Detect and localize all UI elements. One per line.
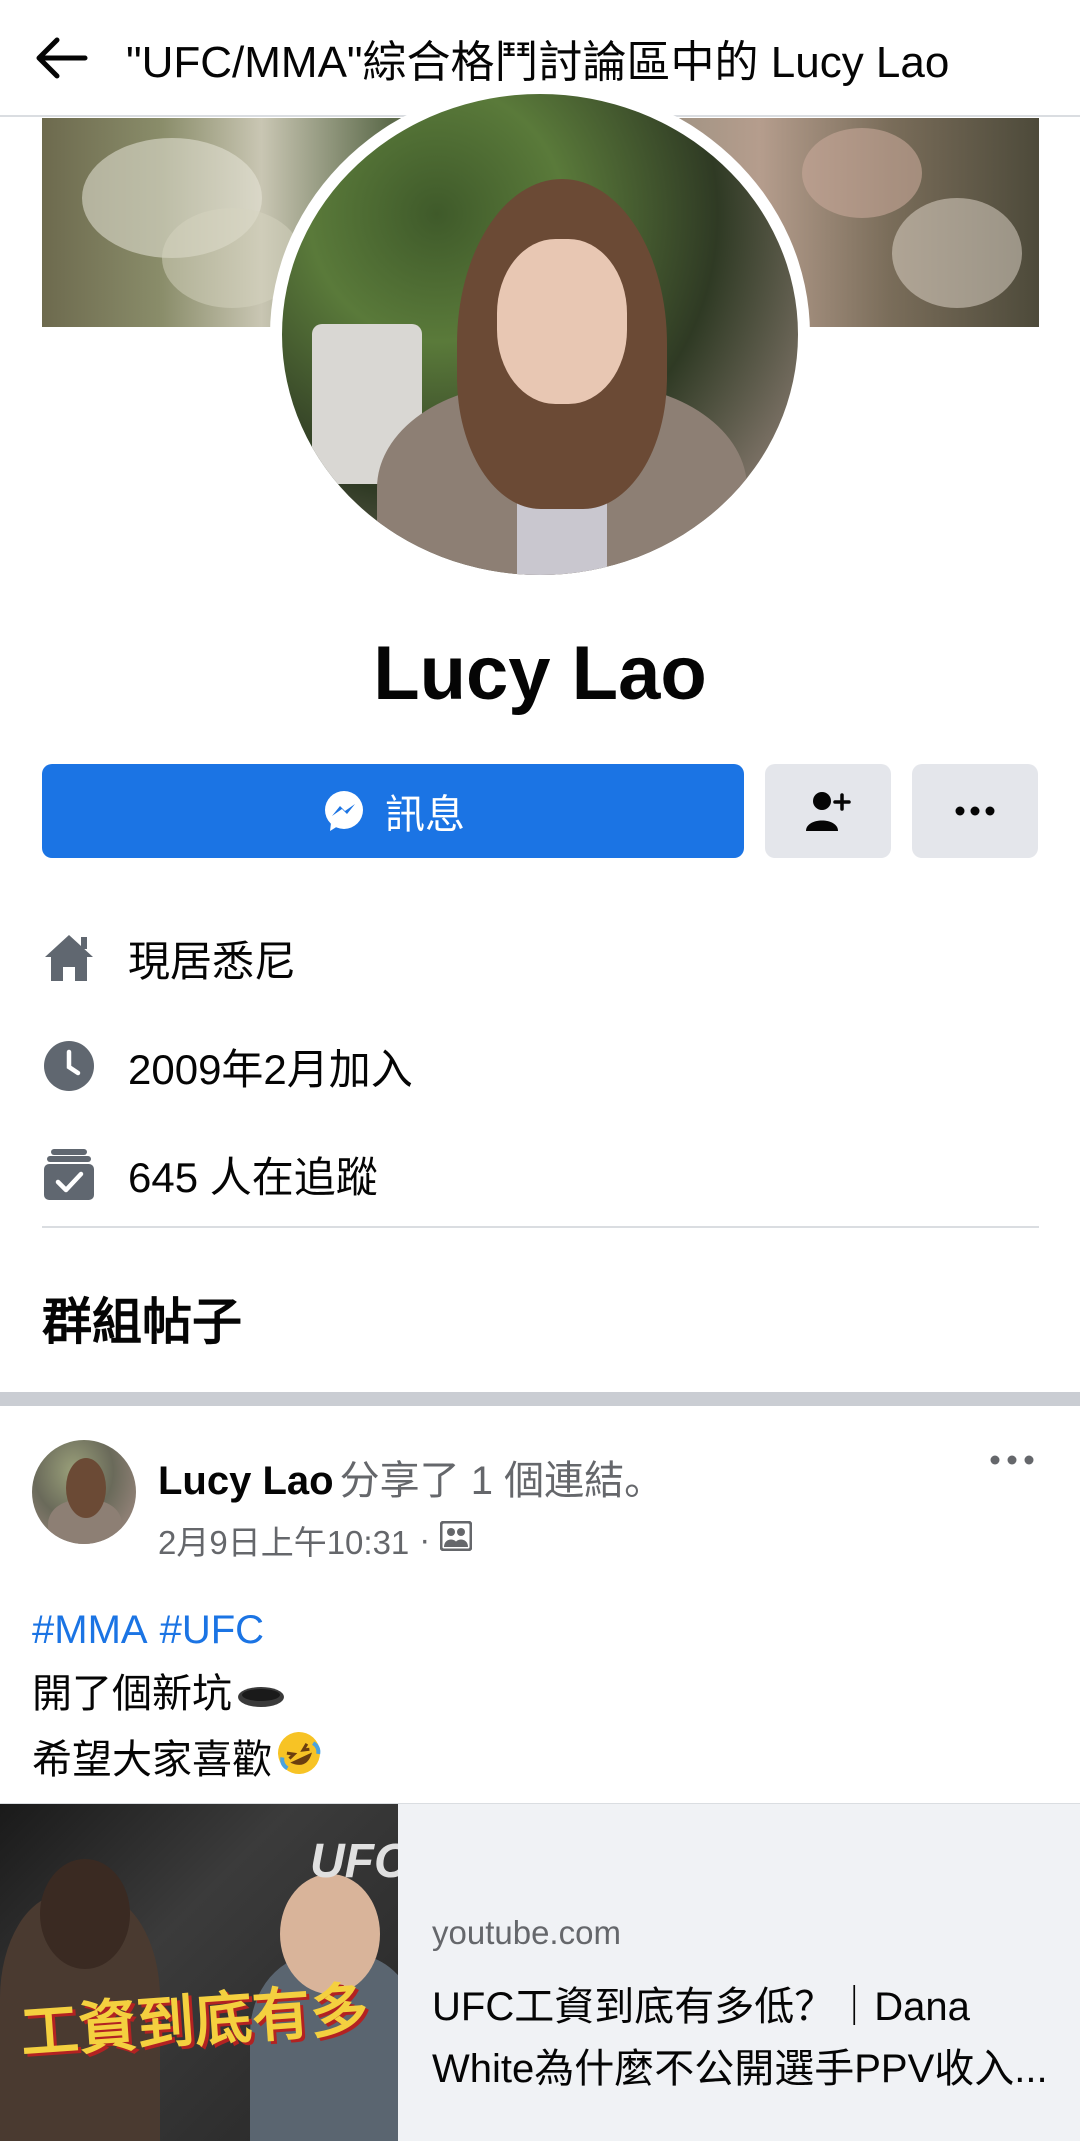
post-timestamp[interactable]: 2月9日上午10:31: [158, 1516, 409, 1564]
info-followers-text: 645 人在追蹤: [128, 1153, 378, 1201]
post-author-name[interactable]: Lucy Lao: [158, 1459, 334, 1503]
link-title[interactable]: UFC工資到底有多低？｜Dana White為什麼不公開選手PPV收入...: [432, 1976, 1052, 2100]
profile-picture[interactable]: [270, 82, 810, 587]
add-friend-icon: [806, 792, 851, 831]
hashtag-ufc[interactable]: #UFC: [160, 1608, 264, 1652]
more-options-button[interactable]: [912, 764, 1038, 858]
info-row-followers: 645 人在追蹤: [42, 1144, 378, 1204]
message-button[interactable]: 訊息: [42, 764, 744, 858]
post-more-options-icon[interactable]: [984, 1440, 1040, 1480]
clock-icon: [42, 1039, 96, 1093]
post-action-text: 分享了 1 個連結。: [339, 1459, 665, 1503]
post-hashtags: #MMA #UFC: [32, 1598, 322, 1662]
group-audience-icon: [439, 1520, 473, 1559]
link-source: youtube.com: [432, 1914, 621, 1951]
meta-separator: ·: [419, 1521, 431, 1558]
link-title-line-1: UFC工資到底有多低？｜Dana: [432, 1985, 970, 2029]
add-friend-button[interactable]: [765, 764, 891, 858]
page-title: "UFC/MMA"綜合格鬥討論區中的 Lucy Lao: [126, 37, 950, 87]
divider: [42, 1226, 1039, 1228]
home-icon: [42, 931, 96, 985]
thumbnail-ufc-logo: UFC: [310, 1835, 398, 1888]
section-title-group-posts: 群組帖子: [42, 1294, 242, 1350]
messenger-icon: [321, 788, 367, 834]
info-row-joined: 2009年2月加入: [42, 1036, 413, 1096]
hashtag-mma[interactable]: #MMA: [32, 1608, 148, 1652]
post-meta: 2月9日上午10:31 ·: [158, 1516, 473, 1564]
link-preview-card[interactable]: UFC 工資到底有多 youtube.com UFC工資到底有多低？｜Dana …: [0, 1803, 1080, 2141]
post-line-1-text: 開了個新坑: [32, 1672, 232, 1716]
message-button-label: 訊息: [385, 793, 465, 837]
post-line-1: 開了個新坑: [32, 1662, 322, 1728]
link-title-line-2: White為什麼不公開選手PPV收入...: [432, 2047, 1048, 2091]
hole-emoji-icon: [236, 1664, 286, 1728]
post-body: #MMA #UFC 開了個新坑 希望大家喜歡: [32, 1598, 322, 1795]
post-line-2: 希望大家喜歡: [32, 1728, 322, 1795]
followers-icon: [42, 1147, 96, 1201]
info-joined-text: 2009年2月加入: [128, 1045, 413, 1093]
post-author-avatar[interactable]: [32, 1440, 136, 1544]
back-arrow-icon[interactable]: [30, 27, 92, 89]
post-header: Lucy Lao 分享了 1 個連結。: [158, 1448, 664, 1506]
link-thumbnail[interactable]: UFC 工資到底有多: [0, 1804, 398, 2141]
post-line-2-text: 希望大家喜歡: [32, 1738, 272, 1783]
profile-name: Lucy Lao: [373, 631, 707, 716]
section-separator: [0, 1392, 1080, 1406]
info-location-text: 現居悉尼: [128, 937, 297, 985]
info-row-location: 現居悉尼: [42, 928, 296, 988]
more-dots-icon: [955, 806, 995, 816]
rolling-laughing-emoji-icon: [276, 1730, 322, 1795]
